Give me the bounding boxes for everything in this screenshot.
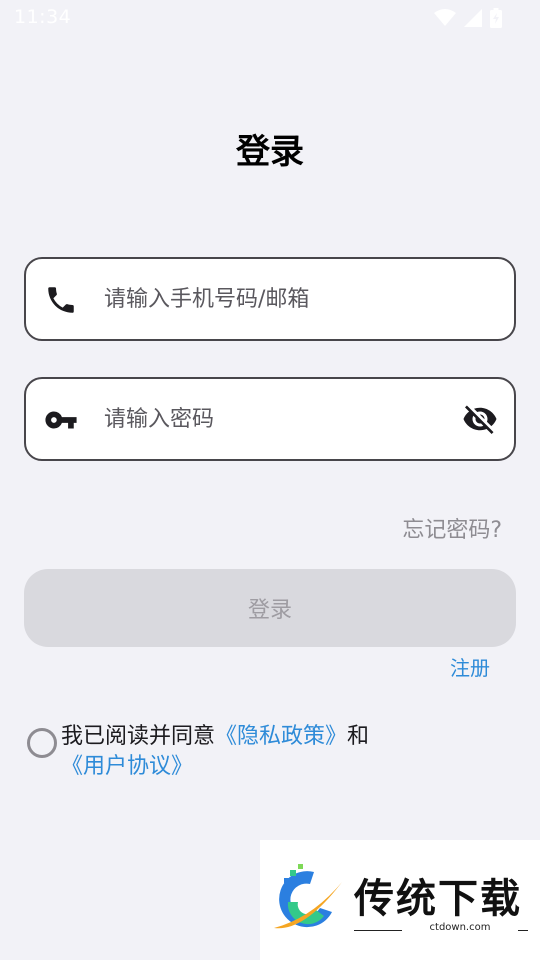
battery-charging-icon <box>490 8 502 28</box>
password-field[interactable] <box>24 377 516 461</box>
eye-off-icon[interactable] <box>462 401 498 437</box>
agreement-conjunction: 和 <box>347 724 370 749</box>
forgot-password-link[interactable]: 忘记密码? <box>402 512 502 544</box>
login-screen: 11:34 登录 请输入手机号码/邮箱 忘记密码? 登录 注册 我已阅读并同意《… <box>0 0 540 960</box>
status-bar: 11:34 <box>0 0 540 36</box>
password-input[interactable] <box>104 397 444 441</box>
key-icon <box>45 411 77 429</box>
login-button[interactable]: 登录 <box>24 569 516 647</box>
phone-icon <box>48 287 74 313</box>
register-link[interactable]: 注册 <box>450 652 490 681</box>
privacy-policy-link[interactable]: 《隐私政策》 <box>215 724 347 749</box>
watermark-divider-right <box>518 930 528 931</box>
watermark-divider-left <box>354 930 402 931</box>
user-agreement-link[interactable]: 《用户协议》 <box>61 754 193 779</box>
wifi-icon <box>434 9 456 26</box>
agreement-checkbox[interactable] <box>27 728 57 758</box>
phone-email-field[interactable] <box>24 257 516 341</box>
watermark-brand: 传统下载 <box>354 876 522 922</box>
cellular-icon <box>464 9 482 27</box>
ctdown-logo-icon <box>274 864 342 929</box>
status-icons <box>434 8 502 28</box>
page-title: 登录 <box>236 132 304 172</box>
watermark: 传统下载 ctdown.com <box>260 840 540 960</box>
status-time: 11:34 <box>14 6 72 28</box>
phone-email-input[interactable] <box>104 277 444 321</box>
watermark-domain: ctdown.com <box>429 922 491 933</box>
agreement-text: 我已阅读并同意《隐私政策》和《用户协议》 <box>61 722 501 782</box>
agreement-prefix: 我已阅读并同意 <box>61 724 216 749</box>
